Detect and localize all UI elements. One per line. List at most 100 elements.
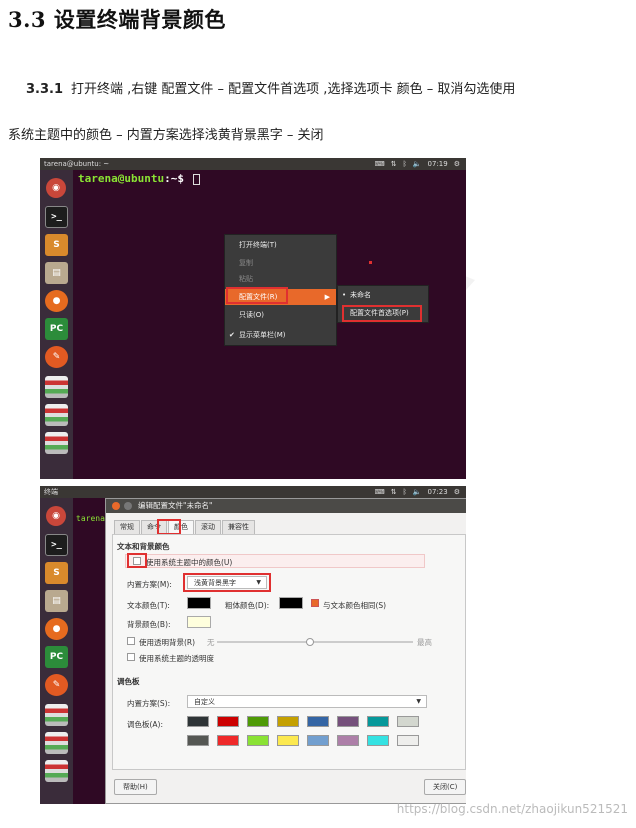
menu-item-read-only[interactable]: 只读(O) bbox=[225, 307, 336, 323]
palette-swatch[interactable] bbox=[187, 716, 209, 727]
ubuntu-logo-icon[interactable]: ◉ bbox=[46, 178, 66, 198]
stack-icon[interactable] bbox=[45, 732, 68, 754]
network-icon[interactable]: ⇅ bbox=[391, 158, 397, 170]
text-color-button[interactable] bbox=[187, 597, 211, 609]
palette-swatch[interactable] bbox=[277, 735, 299, 746]
palette-scheme-select[interactable]: 自定义 ▼ bbox=[187, 695, 427, 708]
files-icon[interactable]: ▤ bbox=[45, 590, 68, 612]
section-heading: 3.3 设置终端背景颜色 bbox=[8, 7, 226, 32]
palette-swatch[interactable] bbox=[337, 735, 359, 746]
menu-item-copy[interactable]: 复制 bbox=[225, 255, 336, 271]
menu-item-paste[interactable]: 粘贴 bbox=[225, 271, 336, 287]
sublime-icon[interactable]: S bbox=[45, 562, 68, 584]
ubuntu-logo-icon[interactable]: ◉ bbox=[46, 506, 66, 526]
close-button[interactable]: 关闭(C) bbox=[424, 779, 466, 795]
dropdown-caret-icon: ▼ bbox=[416, 698, 421, 705]
stack-icon[interactable] bbox=[45, 760, 68, 782]
profile-preferences-dialog: 编辑配置文件"未命名" 常规 命令 颜色 滚动 兼容性 文本和背景颜色 使用系统… bbox=[105, 498, 466, 804]
highlight-box-checkbox bbox=[127, 553, 147, 568]
tab-general[interactable]: 常规 bbox=[114, 520, 140, 534]
source-credit: https://blog.csdn.net/zhaojikun521521 bbox=[396, 802, 628, 816]
pycharm-icon[interactable]: PC bbox=[45, 646, 68, 668]
stack-icon[interactable] bbox=[45, 432, 68, 454]
palette-swatch[interactable] bbox=[307, 716, 329, 727]
firefox-icon[interactable]: ● bbox=[45, 618, 68, 640]
sublime-icon[interactable]: S bbox=[45, 234, 68, 256]
builtin-scheme-label: 内置方案(M): bbox=[127, 580, 172, 589]
step-number: 3.3.1 bbox=[26, 82, 64, 97]
text-cursor bbox=[192, 173, 200, 185]
slider-min-label: 无 bbox=[207, 638, 215, 647]
prompt-user: tarena@ubuntu bbox=[78, 172, 165, 185]
palette-swatch[interactable] bbox=[367, 735, 389, 746]
highlight-box-scheme bbox=[183, 573, 271, 592]
volume-icon[interactable]: 🔈 bbox=[413, 486, 422, 498]
gear-icon[interactable]: ⚙ bbox=[454, 486, 460, 498]
submenu-item-unnamed[interactable]: • 未命名 bbox=[338, 287, 428, 304]
menu-item-show-menubar[interactable]: ✔ 显示菜单栏(M) bbox=[225, 327, 336, 343]
stack-icon[interactable] bbox=[45, 404, 68, 426]
system-transparency-checkbox[interactable] bbox=[127, 653, 135, 661]
palette-swatch[interactable] bbox=[397, 716, 419, 727]
step-line-1: 3.3.1 打开终端 ,右键 配置文件 – 配置文件首选项 ,选择选项卡 颜色 –… bbox=[26, 78, 515, 97]
network-icon[interactable]: ⇅ bbox=[391, 486, 397, 498]
transparency-slider-knob[interactable] bbox=[306, 638, 314, 646]
bluetooth-icon[interactable]: ᛒ bbox=[403, 486, 407, 498]
gear-icon[interactable]: ⚙ bbox=[454, 158, 460, 170]
system-tray: ⌨ ⇅ ᛒ 🔈 07:23 ⚙ bbox=[375, 486, 460, 498]
terminal-icon[interactable]: >_ bbox=[45, 206, 68, 228]
tab-scrolling[interactable]: 滚动 bbox=[195, 520, 221, 534]
palette-swatch[interactable] bbox=[307, 735, 329, 746]
checkmark-icon: ✔ bbox=[229, 331, 235, 339]
clock[interactable]: 07:19 bbox=[428, 158, 448, 170]
terminal-text: tarena bbox=[76, 514, 105, 523]
palette-scheme-label: 内置方案(S): bbox=[127, 699, 171, 708]
bluetooth-icon[interactable]: ᛒ bbox=[403, 158, 407, 170]
dialog-titlebar: 编辑配置文件"未命名" bbox=[106, 499, 466, 513]
menu-item-open-terminal[interactable]: 打开终端(T) bbox=[225, 237, 336, 253]
palette-swatch[interactable] bbox=[247, 716, 269, 727]
launcher-bar: ◉ >_ S ▤ ● PC ✎ bbox=[40, 498, 73, 804]
editor-icon[interactable]: ✎ bbox=[45, 346, 68, 368]
palette-scheme-value: 自定义 bbox=[194, 698, 215, 706]
prompt-path: :~$ bbox=[164, 172, 184, 185]
stack-icon[interactable] bbox=[45, 376, 68, 398]
dialog-title: 编辑配置文件"未命名" bbox=[138, 501, 213, 510]
close-window-icon[interactable] bbox=[112, 502, 120, 510]
colors-tab-panel: 文本和背景颜色 使用系统主题中的颜色(U) 内置方案(M): 浅黄背景黑字 ▼ … bbox=[112, 534, 466, 770]
terminal-icon[interactable]: >_ bbox=[45, 534, 68, 556]
stack-icon[interactable] bbox=[45, 704, 68, 726]
input-method-icon[interactable]: ⌨ bbox=[375, 486, 385, 498]
system-tray: ⌨ ⇅ ᛒ 🔈 07:19 ⚙ bbox=[375, 158, 460, 170]
editor-icon[interactable]: ✎ bbox=[45, 674, 68, 696]
terminal-prompt[interactable]: tarena@ubuntu:~$ bbox=[78, 172, 200, 185]
bold-color-button[interactable] bbox=[279, 597, 303, 609]
pycharm-icon[interactable]: PC bbox=[45, 318, 68, 340]
volume-icon[interactable]: 🔈 bbox=[413, 158, 422, 170]
firefox-icon[interactable]: ● bbox=[45, 290, 68, 312]
palette-swatch[interactable] bbox=[397, 735, 419, 746]
transparency-slider[interactable] bbox=[217, 641, 413, 643]
input-method-icon[interactable]: ⌨ bbox=[375, 158, 385, 170]
palette-swatch[interactable] bbox=[247, 735, 269, 746]
files-icon[interactable]: ▤ bbox=[45, 262, 68, 284]
minimize-window-icon[interactable] bbox=[124, 502, 132, 510]
radio-dot-icon: • bbox=[342, 291, 347, 299]
system-transparency-label: 使用系统主题的透明度 bbox=[139, 654, 214, 663]
tab-compatibility[interactable]: 兼容性 bbox=[222, 520, 255, 534]
bg-color-button[interactable] bbox=[187, 616, 211, 628]
palette-swatch[interactable] bbox=[187, 735, 209, 746]
screenshot-context-menu: tarena@ubuntu: ~ ⌨ ⇅ ᛒ 🔈 07:19 ⚙ ◉ >_ S … bbox=[40, 158, 466, 479]
transparent-bg-checkbox[interactable] bbox=[127, 637, 135, 645]
palette-swatch[interactable] bbox=[337, 716, 359, 727]
clock[interactable]: 07:23 bbox=[428, 486, 448, 498]
highlight-box-preferences bbox=[342, 305, 422, 322]
tab-bar: 常规 命令 颜色 滚动 兼容性 bbox=[114, 520, 256, 534]
window-title: tarena@ubuntu: ~ bbox=[44, 160, 110, 168]
palette-swatch[interactable] bbox=[217, 716, 239, 727]
same-as-text-checkbox[interactable] bbox=[311, 599, 319, 607]
palette-swatch[interactable] bbox=[367, 716, 389, 727]
help-button[interactable]: 帮助(H) bbox=[114, 779, 157, 795]
palette-swatch[interactable] bbox=[217, 735, 239, 746]
palette-swatch[interactable] bbox=[277, 716, 299, 727]
